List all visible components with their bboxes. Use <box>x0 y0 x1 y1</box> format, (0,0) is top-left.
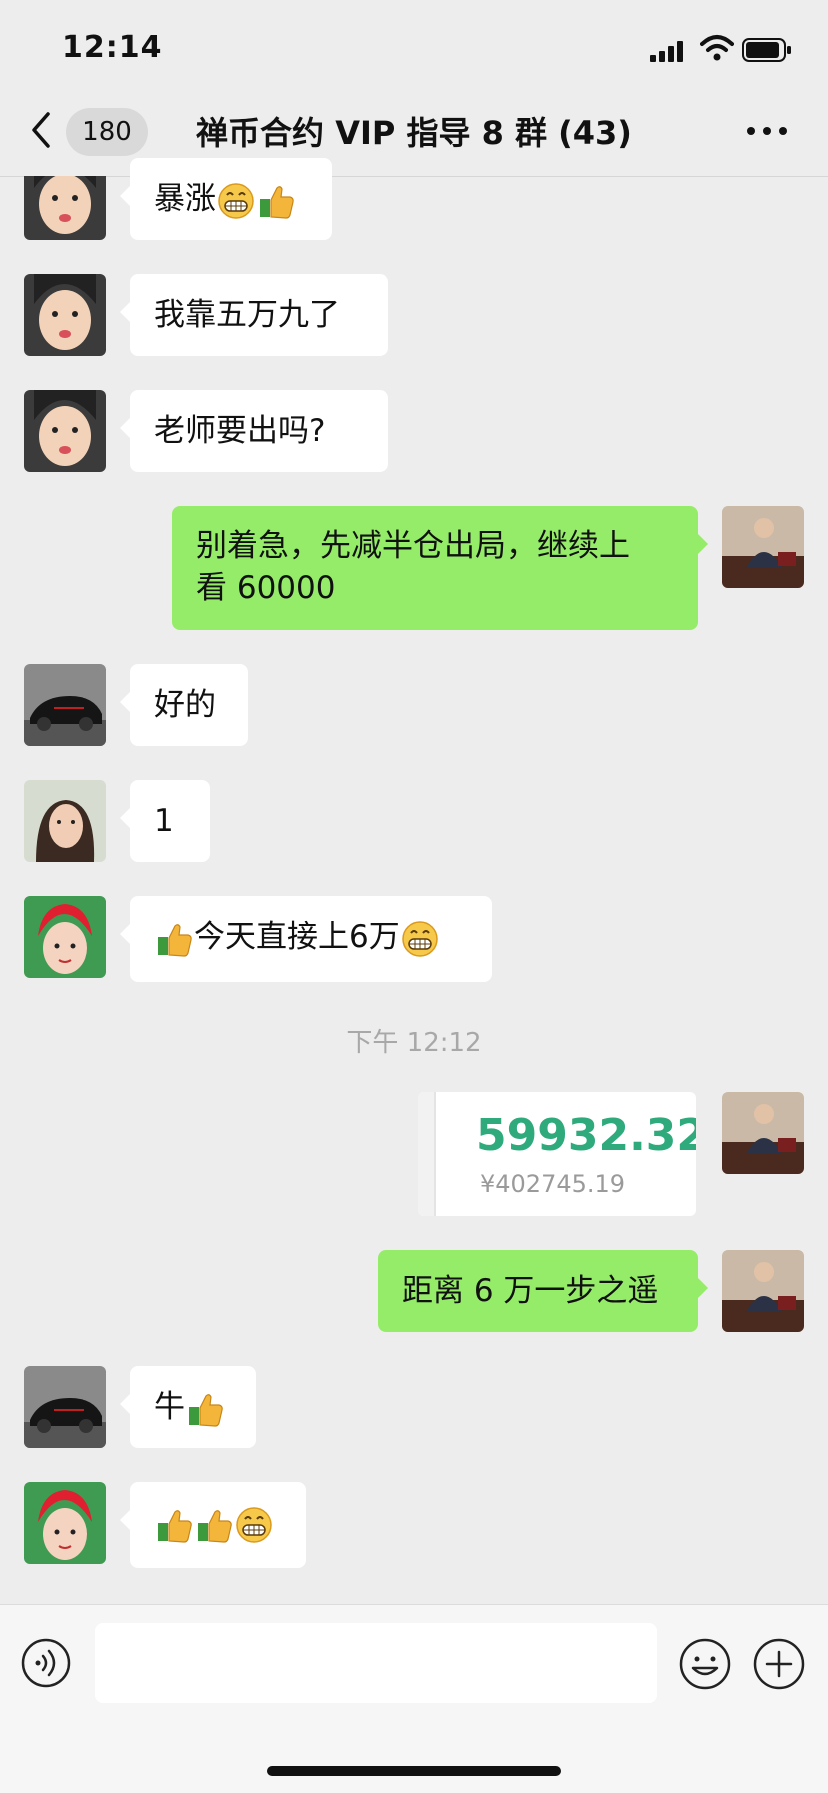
message-bubble[interactable]: 我靠五万九了 <box>120 274 388 356</box>
thumbs-up-emoji <box>157 1509 192 1543</box>
message-bubble[interactable]: 好的 <box>120 664 248 746</box>
message-text: 我靠五万九了 <box>154 297 340 333</box>
price-screenshot-image[interactable]: 59932.32 ¥402745.19 <box>418 1092 696 1216</box>
wifi-icon <box>700 35 734 61</box>
more-options-icon[interactable] <box>742 116 792 146</box>
message-bubble[interactable]: 别着急，先减半仓出局，继续上 看 60000 <box>172 506 708 630</box>
emoji-icon[interactable] <box>678 1637 732 1691</box>
message-text-line: 看 60000 <box>196 570 336 606</box>
message-input-bar <box>0 1604 828 1793</box>
message-text: 1 <box>154 803 174 839</box>
message-text: 暴涨 <box>154 181 216 217</box>
grin-emoji <box>236 1506 272 1543</box>
message-text: 牛 <box>154 1389 185 1425</box>
message-bubble[interactable] <box>120 1482 306 1568</box>
girl-face-avatar[interactable] <box>24 274 106 356</box>
home-indicator[interactable] <box>267 1766 561 1776</box>
cellular-signal-icon <box>650 41 683 62</box>
status-time: 12:14 <box>62 30 163 65</box>
grin-emoji <box>218 182 254 219</box>
grin-emoji <box>401 920 438 957</box>
thumbs-up-emoji <box>259 185 294 219</box>
thumbs-up-emoji <box>188 1393 223 1427</box>
message-input[interactable] <box>95 1623 657 1703</box>
thumbs-up-emoji <box>157 923 192 957</box>
man-in-suit-avatar[interactable] <box>722 1092 804 1174</box>
girl-face-avatar[interactable] <box>24 390 106 472</box>
chat-title: 禅币合约 VIP 指导 8 群 (43) <box>196 114 632 152</box>
message-bubble[interactable]: 距离 6 万一步之遥 <box>378 1250 708 1332</box>
status-bar: 12:14 <box>0 0 828 96</box>
message-bubble[interactable]: 1 <box>120 780 210 862</box>
message-text-line: 别着急，先减半仓出局，继续上 <box>196 528 630 564</box>
message-bubble[interactable]: 老师要出吗? <box>120 390 388 472</box>
thumbs-up-emoji <box>197 1509 232 1543</box>
battery-icon <box>742 38 791 62</box>
woman-portrait-avatar[interactable] <box>24 780 106 862</box>
message-text: 今天直接上6万 <box>194 919 400 955</box>
message-text: 好的 <box>154 687 216 723</box>
image-edge <box>418 1092 436 1216</box>
price-cny-value: ¥402745.19 <box>480 1170 626 1198</box>
man-in-suit-avatar[interactable] <box>722 1250 804 1332</box>
chat-timestamp: 下午 12:12 <box>346 1028 482 1058</box>
unread-count-badge[interactable]: 180 <box>66 108 148 156</box>
message-bubble[interactable]: 暴涨 <box>120 158 332 240</box>
message-text: 老师要出吗? <box>154 413 326 449</box>
message-bubble[interactable]: 今天直接上6万 <box>120 896 492 982</box>
plus-icon[interactable] <box>752 1637 806 1691</box>
red-hair-avatar[interactable] <box>24 1482 106 1564</box>
back-chevron-icon[interactable] <box>26 110 56 150</box>
message-bubble[interactable]: 牛 <box>120 1366 256 1448</box>
price-value: 59932.32 <box>476 1110 696 1161</box>
message-text: 距离 6 万一步之遥 <box>402 1273 659 1309</box>
man-in-suit-avatar[interactable] <box>722 506 804 588</box>
red-hair-avatar[interactable] <box>24 896 106 978</box>
voice-icon[interactable] <box>20 1637 72 1689</box>
black-supercar-avatar[interactable] <box>24 664 106 746</box>
black-supercar-avatar[interactable] <box>24 1366 106 1448</box>
chat-header: 180 禅币合约 VIP 指导 8 群 (43) <box>0 96 828 177</box>
